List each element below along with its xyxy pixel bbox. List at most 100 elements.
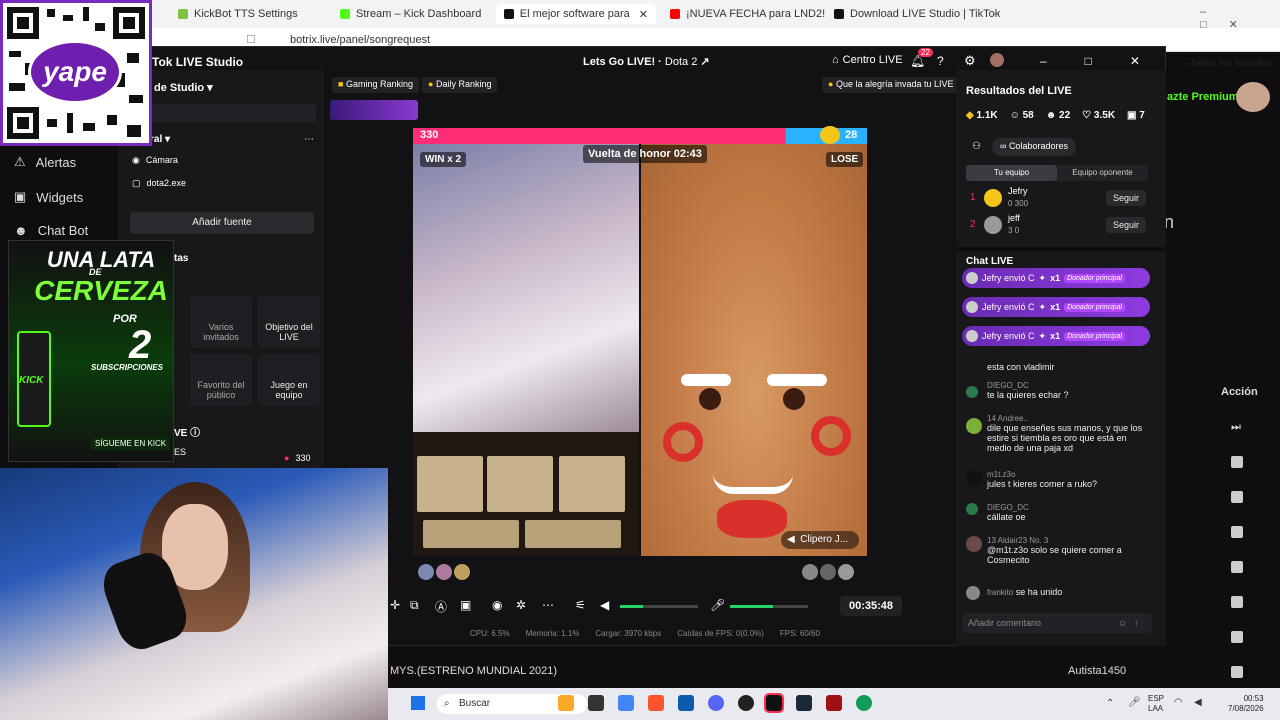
chevron-up-icon[interactable]: ⌃ (1106, 698, 1114, 709)
app-icon[interactable] (826, 695, 842, 711)
app-icon[interactable] (558, 695, 574, 711)
avatar[interactable] (418, 564, 434, 580)
trash-icon[interactable] (1231, 596, 1243, 608)
more-icon[interactable]: ⋯ (304, 134, 314, 145)
chat-username[interactable]: DIEGO_DC (987, 503, 1150, 512)
emoji-icon[interactable]: ☺ (1118, 613, 1127, 633)
right-supporters[interactable] (802, 564, 854, 580)
section-general[interactable]: ral ▾ (150, 134, 170, 145)
discord-icon[interactable] (708, 695, 724, 711)
mic-icon[interactable]: 🎤︎ (710, 598, 725, 612)
tab-botrix[interactable]: El mejor software para potencia ✕ (496, 4, 656, 24)
tab-kick-dashboard[interactable]: Stream – Kick Dashboard (332, 4, 489, 24)
avatar[interactable] (990, 53, 1004, 67)
tool-favorito-publico[interactable]: Favorito del público (190, 354, 252, 406)
tool-juego-equipo[interactable]: Juego en equipo (258, 354, 320, 406)
share-icon[interactable]: ↗ (700, 56, 709, 68)
avatar[interactable] (838, 564, 854, 580)
help-icon[interactable]: ? (937, 54, 944, 68)
all-bookmarks[interactable]: Todos los favoritos (1190, 58, 1273, 69)
volume-icon[interactable]: ◀︎ (1194, 697, 1202, 708)
tab-equipo-oponente[interactable]: Equipo oponente (1057, 165, 1148, 181)
chat-username[interactable]: DIEGO_DC (987, 381, 1150, 390)
source-dota2[interactable]: ▢ dota2.exe (132, 178, 186, 189)
screen-icon[interactable]: ▣ (460, 598, 471, 612)
follow-button[interactable]: Seguir (1106, 190, 1146, 206)
sidebar-item-chatbot[interactable]: ☻ Chat Bot (14, 223, 88, 238)
volume-slider[interactable] (620, 605, 698, 608)
trash-icon[interactable] (1231, 456, 1243, 468)
chat-username[interactable]: 13 Aldair23 No. 3 (987, 536, 1150, 545)
event-banner[interactable] (330, 100, 418, 120)
centro-live-button[interactable]: ⌂ Centro LIVE (832, 54, 903, 66)
tab-kickbot[interactable]: KickBot TTS Settings (170, 4, 306, 24)
steam-icon[interactable] (796, 695, 812, 711)
source-camera[interactable]: ◉ Cámara (132, 155, 178, 166)
scene-selector[interactable]: de Studio ▾ (154, 81, 213, 94)
add-user-icon[interactable]: ⚇ (972, 141, 981, 152)
app-icon[interactable] (588, 695, 604, 711)
studio-window-controls[interactable]: –□✕ (1040, 54, 1178, 68)
sidebar-item-widgets[interactable]: ▣ Widgets (14, 189, 83, 205)
language-indicator[interactable]: ESP LAA (1148, 694, 1164, 714)
trash-icon[interactable] (1231, 491, 1243, 503)
brave-icon[interactable] (648, 695, 664, 711)
speaker-icon[interactable]: ◀︎ (787, 534, 795, 545)
send-icon[interactable]: ↑ (1134, 613, 1139, 633)
app-icon[interactable] (678, 695, 694, 711)
avatar[interactable] (454, 564, 470, 580)
info-icon[interactable]: ⓘ (190, 428, 200, 439)
volume-icon[interactable]: ◀︎ (600, 598, 609, 612)
avatar[interactable] (1236, 82, 1270, 112)
avatar[interactable] (802, 564, 818, 580)
app-icon[interactable] (618, 695, 634, 711)
trash-icon[interactable] (1231, 666, 1243, 678)
follow-button[interactable]: Seguir (1106, 217, 1146, 233)
trash-icon[interactable] (1231, 526, 1243, 538)
left-supporters[interactable] (418, 564, 470, 580)
tab-tiktok-download[interactable]: Download LIVE Studio | TikTok (826, 4, 1008, 24)
close-icon[interactable]: ✕ (639, 8, 648, 21)
tool-objetivo-live[interactable]: Objetivo del LIVE (258, 296, 320, 348)
tab-youtube[interactable]: ¡NUEVA FECHA para LND2! (662, 4, 833, 24)
premium-link[interactable]: azte Premium (1167, 91, 1239, 103)
tab-tu-equipo[interactable]: Tu equipo (966, 165, 1057, 181)
mic-icon[interactable]: 🎤︎ (1128, 697, 1141, 708)
layout-tabs[interactable] (150, 104, 316, 122)
layout-icon[interactable]: ⧉ (410, 598, 419, 613)
gaming-ranking-button[interactable]: ■ Gaming Ranking (332, 77, 419, 93)
live-title-text[interactable]: Lets Go LIVE! (583, 56, 655, 68)
tiktok-icon[interactable] (764, 693, 784, 713)
system-clock[interactable]: 00:53 7/08/2026 (1228, 694, 1264, 714)
gear-icon[interactable]: ⚙ (964, 53, 976, 69)
skip-icon[interactable]: ⏭ (1231, 421, 1241, 434)
opponent-name[interactable]: ◀︎ Clipero J... (781, 531, 859, 549)
chat-username[interactable]: 14 Andree.. (987, 414, 1150, 423)
sidebar-item-alertas[interactable]: ⚠ Alertas (14, 154, 76, 170)
windows-start-icon[interactable] (411, 696, 425, 710)
effects-icon[interactable]: ✲ (516, 598, 526, 612)
mixer-icon[interactable]: ⚟ (575, 598, 586, 612)
trash-icon[interactable] (1231, 561, 1243, 573)
record-icon[interactable]: ◉ (492, 598, 502, 612)
edge-icon[interactable] (856, 695, 872, 711)
avatar[interactable] (436, 564, 452, 580)
wifi-icon[interactable]: ◠ (1174, 697, 1183, 708)
tool-varios-invitados[interactable]: Varios invitados (190, 296, 252, 348)
add-source-button[interactable]: Añadir fuente (130, 212, 314, 234)
url-input[interactable]: botrix.live/panel/songrequest (290, 34, 430, 46)
daily-ranking-button[interactable]: ● Daily Ranking (422, 77, 498, 93)
trash-icon[interactable] (1231, 631, 1243, 643)
ai-icon[interactable]: Ⓐ (435, 598, 447, 615)
more-icon[interactable]: ⋯ (542, 598, 554, 612)
comment-input[interactable]: Añadir comentario ☺ ↑ (962, 613, 1152, 633)
mic-slider[interactable] (730, 605, 808, 608)
colaboradores-button[interactable]: ∞ Colaboradores (992, 138, 1076, 156)
chat-username[interactable]: m1t.z3o (987, 470, 1150, 479)
alegria-banner[interactable]: ● Que la alegría invada tu LIVE (822, 77, 960, 93)
expand-icon[interactable]: ✛ (390, 598, 400, 612)
bookmark-icon[interactable]: ☐ (246, 33, 256, 46)
new-tab-icon[interactable]: + (992, 6, 1000, 21)
app-icon[interactable] (738, 695, 754, 711)
avatar[interactable] (820, 564, 836, 580)
